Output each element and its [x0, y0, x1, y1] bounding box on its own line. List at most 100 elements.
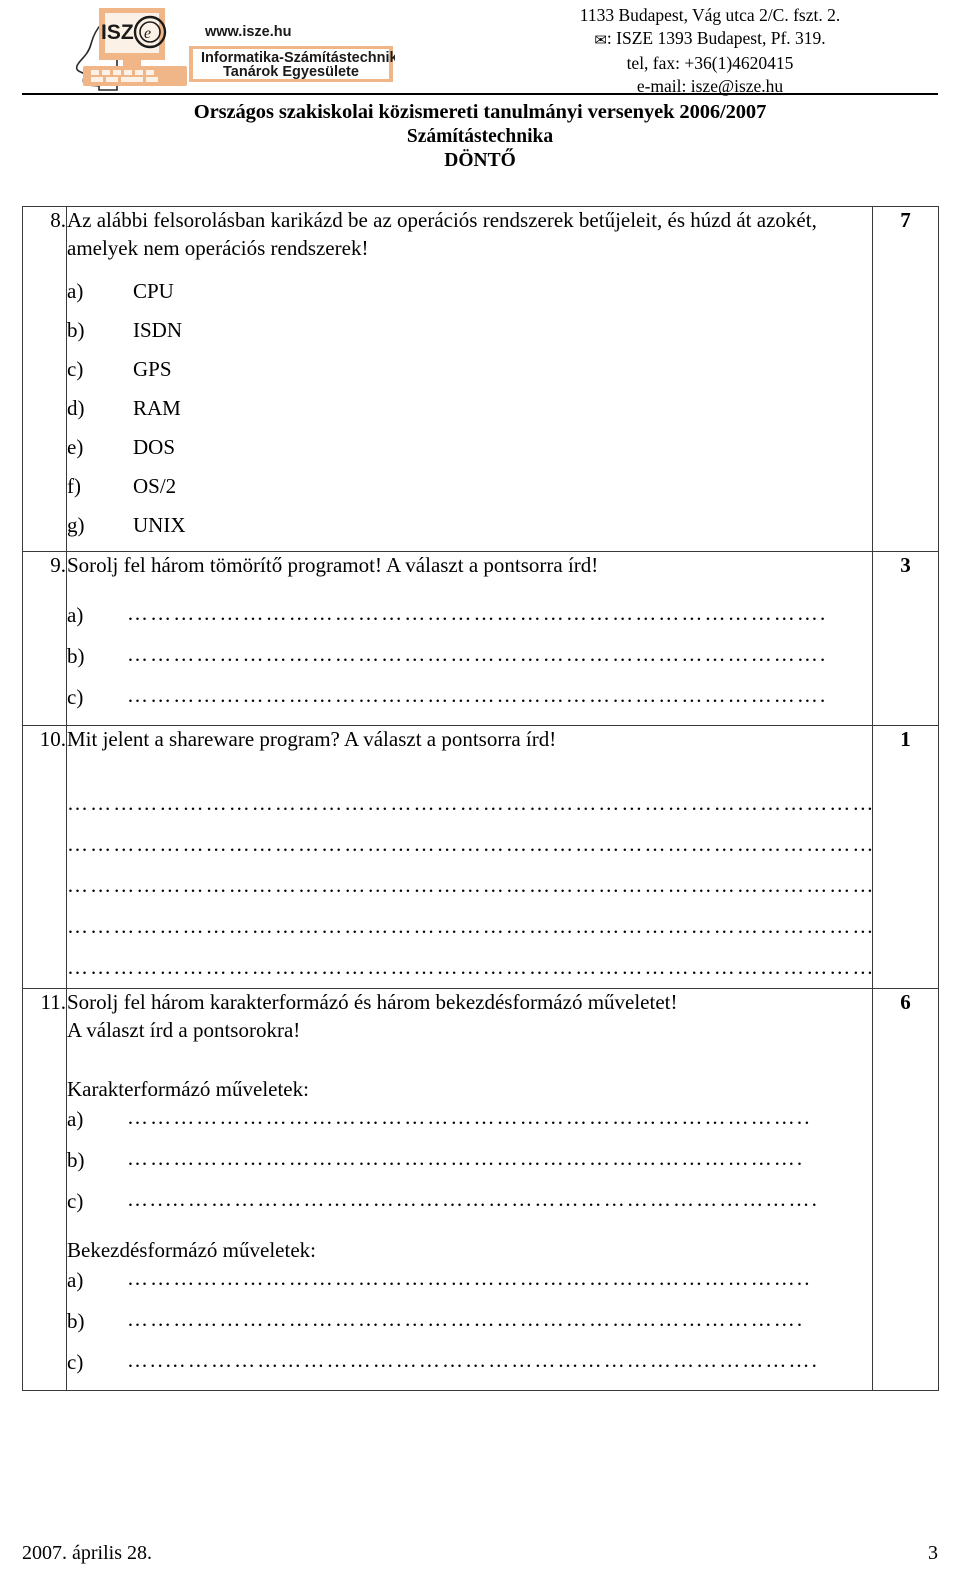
answer-dotted-line[interactable]: ……………………………………………………………………………. [127, 1306, 872, 1333]
option-value[interactable]: GPS [133, 356, 872, 383]
answer-list: a) ………………………………………………………………………………. b) ……… [67, 600, 872, 725]
answer-dotted-line[interactable]: ……………………………………………………………………………. [127, 1145, 872, 1172]
answer-key: a) [67, 602, 84, 627]
question-points: 1 [872, 724, 939, 989]
answer-key: b) [67, 643, 85, 668]
character-format-label: Karakterformázó műveletek: [67, 1077, 309, 1101]
answer-dotted-line[interactable]: …..…………………………………………………………………………. [127, 1186, 872, 1213]
title-competition: Országos szakiskolai közismereti tanulmá… [193, 101, 767, 123]
question-text-line1: Sorolj fel három karakterformázó és háro… [67, 990, 678, 1014]
question-number: 10. [22, 724, 67, 989]
option-key: g) [67, 513, 85, 537]
answer-dotted-line[interactable]: ……………………………………………………………………………………………. [67, 865, 872, 906]
list-item: b) ……………………………………………………………………………. [67, 1145, 872, 1188]
option-key: b) [67, 318, 85, 342]
paragraph-format-answers: a) …………………………………………………………………………….. b) ……… [67, 1265, 872, 1390]
question-body: Sorolj fel három karakterformázó és háro… [66, 988, 873, 1391]
logo-website: www.isze.hu [204, 24, 291, 40]
question-points: 7 [872, 206, 939, 552]
question-points: 6 [872, 988, 939, 1391]
option-value[interactable]: ISDN [133, 317, 872, 344]
header-divider [22, 93, 938, 95]
question-number: 11. [22, 988, 67, 1391]
table-row: 8. Az alábbi felsorolásban karikázd be a… [22, 206, 939, 552]
option-value[interactable]: CPU [133, 278, 872, 305]
list-item: a) CPU [67, 278, 872, 317]
address-line-street: 1133 Budapest, Vág utca 2/C. fszt. 2. [579, 5, 841, 25]
question-body: Mit jelent a shareware program? A válasz… [66, 724, 873, 989]
answer-key: c) [67, 684, 84, 709]
logo-acronym: ISZ [101, 21, 134, 44]
footer-page-number: 3 [928, 1542, 938, 1564]
answer-key: c) [67, 1350, 84, 1374]
option-key: f) [67, 474, 81, 498]
question-number: 8. [22, 206, 67, 552]
answer-dotted-line[interactable]: ……………………………………………………………………………………………. [67, 947, 872, 988]
answer-dotted-line[interactable]: ……………………………………………………………………………………………. [67, 824, 872, 865]
option-key: a) [67, 279, 84, 303]
answer-dotted-line[interactable]: ………………………………………………………………………………. [127, 641, 872, 668]
list-item: b) ISDN [67, 317, 872, 356]
question-text: Az alábbi felsorolásban karikázd be az o… [67, 208, 817, 260]
envelope-icon: ✉ [594, 32, 607, 49]
isze-logo-graphic: ISZ e www.isze.hu Informatika-Számításte… [75, 8, 395, 91]
question-points: 3 [872, 551, 939, 726]
option-value[interactable]: UNIX [133, 512, 872, 539]
answer-dotted-line[interactable]: …………………………………………………………………………….. [127, 1104, 872, 1131]
answer-dotted-line[interactable]: ……………………………………………………………………………………………. [67, 906, 872, 947]
option-value[interactable]: OS/2 [133, 473, 872, 500]
list-item: c) ………………………………………………………………………………. [67, 682, 872, 725]
list-item: c) GPS [67, 356, 872, 395]
list-item: c) …..…………………………………………………………………………. [67, 1186, 872, 1229]
answer-key: b) [67, 1148, 85, 1172]
letterhead: ISZ e www.isze.hu Informatika-Számításte… [0, 0, 960, 96]
option-list: a) CPU b) ISDN c) GPS d) RAM e) DOS f) O… [67, 278, 872, 551]
answer-dotted-line[interactable]: …………………………………………………………………………….. [127, 1265, 872, 1292]
table-row: 9. Sorolj fel három tömörítő programot! … [22, 551, 939, 726]
document-page: ISZ e www.isze.hu Informatika-Számításte… [0, 0, 960, 1595]
table-row: 11. Sorolj fel három karakterformázó és … [22, 988, 939, 1391]
address-postbox-text: : ISZE 1393 Budapest, Pf. 319. [606, 27, 826, 48]
answer-key: a) [67, 1107, 84, 1131]
list-item: b) ………………………………………………………………………………. [67, 641, 872, 684]
option-key: e) [67, 435, 84, 459]
answer-dotted-line[interactable]: ………………………………………………………………………………. [127, 682, 872, 709]
questions-table: 8. Az alábbi felsorolásban karikázd be a… [22, 206, 939, 1391]
list-item: a) ………………………………………………………………………………. [67, 600, 872, 643]
option-value[interactable]: DOS [133, 434, 872, 461]
title-subject: Számítástechnika [406, 126, 554, 147]
list-item: f) OS/2 [67, 473, 872, 512]
question-text: Sorolj fel három tömörítő programot! A v… [67, 553, 599, 577]
address-block: 1133 Budapest, Vág utca 2/C. fszt. 2. ✉:… [500, 4, 920, 97]
answer-dotted-line[interactable]: …..…………………………………………………………………………. [127, 1347, 872, 1374]
list-item: a) …………………………………………………………………………….. [67, 1104, 872, 1147]
table-row: 10. Mit jelent a shareware program? A vá… [22, 724, 939, 989]
list-item: c) …..…………………………………………………………………………. [67, 1347, 872, 1390]
address-line-postbox: ✉: ISZE 1393 Budapest, Pf. 319. [500, 27, 920, 53]
question-body: Sorolj fel három tömörítő programot! A v… [66, 551, 873, 726]
answer-key: a) [67, 1268, 84, 1292]
answer-dotted-line[interactable]: ………………………………………………………………………………. [127, 600, 872, 627]
address-line-phone: tel, fax: +36(1)4620415 [626, 53, 794, 74]
question-text: Mit jelent a shareware program? A válasz… [67, 726, 557, 751]
document-title: Országos szakiskolai közismereti tanulmá… [0, 100, 960, 173]
question-number: 9. [22, 551, 67, 726]
list-item: e) DOS [67, 434, 872, 473]
option-value[interactable]: RAM [133, 395, 872, 422]
title-round: DÖNTŐ [444, 150, 516, 171]
list-item: a) …………………………………………………………………………….. [67, 1265, 872, 1308]
isze-logo: ISZ e www.isze.hu Informatika-Számításte… [55, 4, 395, 92]
answer-dotted-line[interactable]: ……………………………………………………………………………………………. [67, 783, 872, 824]
logo-emblem-letter: e [144, 25, 151, 42]
answer-key: b) [67, 1309, 85, 1333]
question-text-line2: A választ írd a pontsorokra! [67, 1017, 301, 1042]
answer-list: ……………………………………………………………………………………………. ………… [67, 783, 872, 988]
option-key: d) [67, 396, 85, 420]
footer-date: 2007. április 28. [22, 1542, 152, 1564]
list-item: g) UNIX [67, 512, 872, 551]
list-item: b) ……………………………………………………………………………. [67, 1306, 872, 1349]
character-format-answers: a) …………………………………………………………………………….. b) ……… [67, 1104, 872, 1229]
paragraph-format-label: Bekezdésformázó műveletek: [67, 1238, 316, 1262]
answer-key: c) [67, 1189, 84, 1213]
logo-org-line2: Tanárok Egyesülete [223, 64, 359, 80]
